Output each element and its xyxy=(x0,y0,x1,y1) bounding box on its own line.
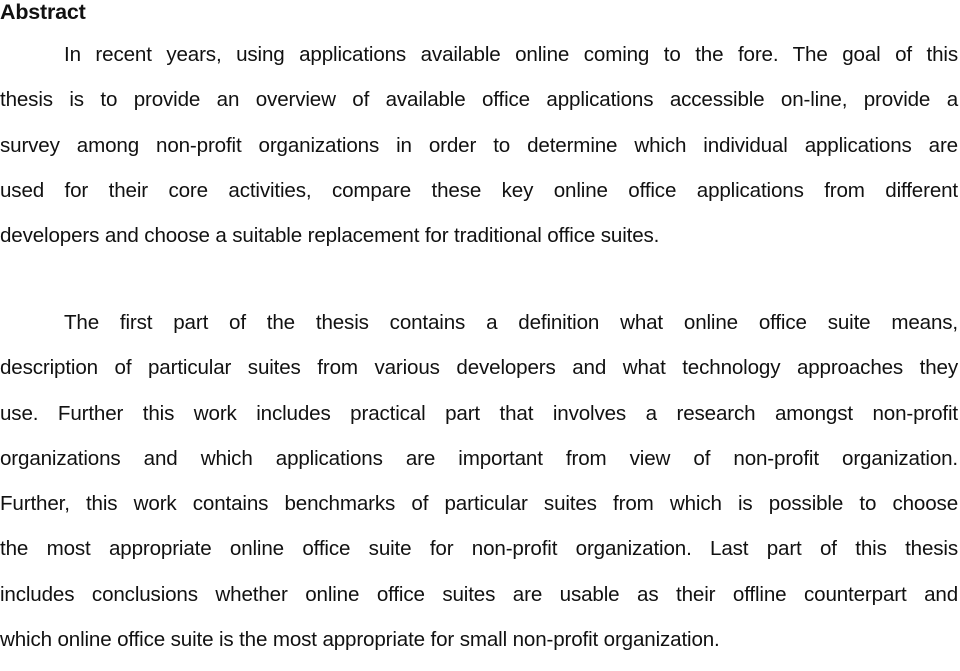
text-line: developers and choose a suitable replace… xyxy=(0,224,660,248)
text-line: survey among non-profit organizations in… xyxy=(0,133,958,157)
abstract-heading: Abstract xyxy=(0,0,86,24)
text-line: use. Further this work includes practica… xyxy=(0,401,958,425)
text-line: Further, this work contains benchmarks o… xyxy=(0,492,958,516)
text-line: the most appropriate online office suite… xyxy=(0,537,958,561)
abstract-paragraph-2: The first part of the thesis contains a … xyxy=(0,309,958,671)
text-line: The first part of the thesis contains a … xyxy=(64,311,958,334)
text-line: description of particular suites from va… xyxy=(0,356,958,380)
text-line: organizations and which applications are… xyxy=(0,446,958,470)
text-line: includes conclusions whether online offi… xyxy=(0,582,958,606)
text-line: used for their core activities, compare … xyxy=(0,178,958,202)
text-line: which online office suite is the most ap… xyxy=(0,628,720,652)
text-line: In recent years, using applications avai… xyxy=(64,43,958,66)
abstract-paragraph-1: In recent years, using applications avai… xyxy=(0,41,958,267)
text-line: thesis is to provide an overview of avai… xyxy=(0,88,958,112)
